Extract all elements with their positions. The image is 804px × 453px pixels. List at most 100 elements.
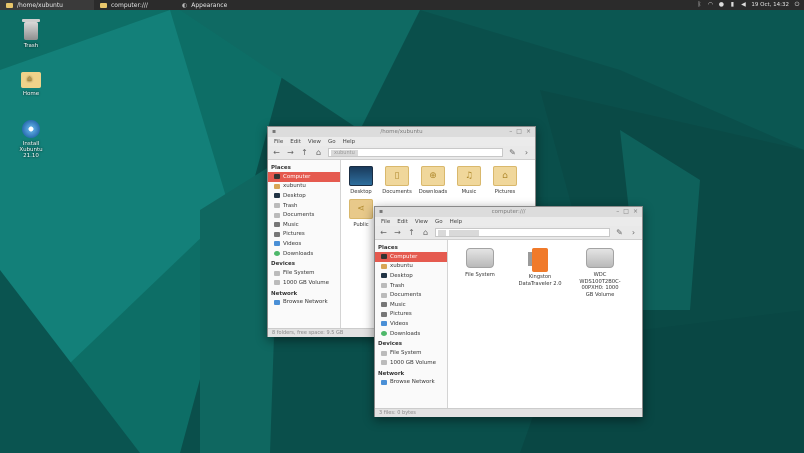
close-icon[interactable]: × bbox=[633, 208, 638, 215]
device-item-usb[interactable]: Kingston DataTraveler 2.0 bbox=[518, 248, 562, 298]
taskbar-item-home[interactable]: /home/xubuntu bbox=[0, 0, 94, 10]
edit-pencil-icon[interactable]: ✎ bbox=[615, 228, 624, 237]
sidebar-item-pictures[interactable]: Pictures bbox=[268, 230, 340, 240]
sidebar-item-music[interactable]: Music bbox=[268, 220, 340, 230]
maximize-icon[interactable]: □ bbox=[623, 208, 629, 215]
window-title: computer:/// bbox=[491, 209, 526, 215]
window-titlebar[interactable]: ▪ computer:/// – □ × bbox=[375, 207, 642, 217]
power-icon[interactable]: ⏻ bbox=[794, 2, 800, 8]
up-arrow-icon[interactable]: ↑ bbox=[300, 148, 309, 157]
close-icon[interactable]: × bbox=[526, 128, 531, 135]
file-item-public[interactable]: ⋖ Public bbox=[345, 199, 377, 228]
sidebar-item-trash[interactable]: Trash bbox=[375, 281, 447, 291]
desktop-icon-install[interactable]: Install Xubuntu 21.10 bbox=[6, 120, 56, 159]
wifi-icon[interactable]: ◠ bbox=[707, 2, 713, 8]
sidebar-item-documents[interactable]: Documents bbox=[268, 210, 340, 220]
sidebar-item-label: 1000 GB Volume bbox=[283, 279, 329, 286]
sidebar-item-label: 1000 GB Volume bbox=[390, 359, 436, 366]
sidebar-item-pictures[interactable]: Pictures bbox=[375, 310, 447, 320]
file-label: Pictures bbox=[494, 189, 516, 195]
bluetooth-icon[interactable]: ᛒ bbox=[696, 2, 702, 8]
menu-go[interactable]: Go bbox=[328, 139, 336, 145]
menu-file[interactable]: File bbox=[274, 139, 283, 145]
sidebar-item-desktop[interactable]: Desktop bbox=[375, 271, 447, 281]
sidebar-item-label: Downloads bbox=[390, 330, 421, 337]
sidebar-item-computer[interactable]: Computer bbox=[268, 172, 340, 182]
file-item-documents[interactable]: ▯ Documents bbox=[381, 166, 413, 195]
maximize-icon[interactable]: □ bbox=[516, 128, 522, 135]
desktop-icon bbox=[274, 193, 280, 199]
sidebar-item-computer[interactable]: Computer bbox=[375, 252, 447, 262]
back-arrow-icon[interactable]: ← bbox=[272, 148, 281, 157]
music-icon bbox=[274, 222, 280, 228]
device-item-file-system[interactable]: File System bbox=[458, 248, 502, 298]
menu-edit[interactable]: Edit bbox=[290, 139, 301, 145]
notification-icon[interactable]: ● bbox=[718, 2, 724, 8]
chevron-right-icon[interactable]: › bbox=[522, 148, 531, 157]
location-bar[interactable]: xubuntu bbox=[328, 148, 503, 157]
minimize-icon[interactable]: – bbox=[509, 128, 512, 135]
sidebar-item-music[interactable]: Music bbox=[375, 300, 447, 310]
breadcrumb[interactable]: xubuntu bbox=[331, 149, 358, 156]
device-item-volume[interactable]: WDC WDS100T2B0C-00PXH0: 1000 GB Volume bbox=[578, 248, 622, 298]
back-arrow-icon[interactable]: ← bbox=[379, 228, 388, 237]
sidebar-header-places: Places bbox=[378, 245, 398, 251]
desktop-icon-home[interactable]: Home bbox=[6, 72, 56, 97]
taskbar-label: computer:/// bbox=[111, 1, 148, 9]
sidebar-item-volume[interactable]: 1000 GB Volume bbox=[268, 278, 340, 288]
up-arrow-icon[interactable]: ↑ bbox=[407, 228, 416, 237]
sidebar-item-browse-network[interactable]: Browse Network bbox=[375, 378, 447, 388]
breadcrumb-computer-icon[interactable] bbox=[438, 229, 446, 236]
sidebar-header-network: Network bbox=[378, 370, 405, 377]
desktop-icon-label: Install Xubuntu 21.10 bbox=[19, 141, 43, 159]
sidebar-item-desktop[interactable]: Desktop bbox=[268, 191, 340, 201]
menu-view[interactable]: View bbox=[415, 219, 428, 225]
file-item-pictures[interactable]: ⌂ Pictures bbox=[489, 166, 521, 195]
taskbar-item-appearance[interactable]: ◐ Appearance bbox=[176, 0, 276, 10]
battery-icon[interactable]: ▮ bbox=[729, 2, 735, 8]
edit-pencil-icon[interactable]: ✎ bbox=[508, 148, 517, 157]
menu-file[interactable]: File bbox=[381, 219, 390, 225]
sidebar-item-xubuntu[interactable]: xubuntu bbox=[375, 262, 447, 272]
sidebar-item-volume[interactable]: 1000 GB Volume bbox=[375, 358, 447, 368]
desktop-icon-trash[interactable]: Trash bbox=[6, 19, 56, 49]
forward-arrow-icon[interactable]: → bbox=[286, 148, 295, 157]
menu-edit[interactable]: Edit bbox=[397, 219, 408, 225]
pictures-icon bbox=[381, 311, 387, 317]
file-item-downloads[interactable]: ⊕ Downloads bbox=[417, 166, 449, 195]
chevron-right-icon[interactable]: › bbox=[629, 228, 638, 237]
sidebar-item-downloads[interactable]: Downloads bbox=[268, 249, 340, 259]
volume-icon[interactable]: ◀ bbox=[740, 2, 746, 8]
sidebar-item-browse-network[interactable]: Browse Network bbox=[268, 298, 340, 308]
sidebar-item-videos[interactable]: Videos bbox=[268, 239, 340, 249]
menu-go[interactable]: Go bbox=[435, 219, 443, 225]
pictures-icon bbox=[274, 231, 280, 237]
minimize-icon[interactable]: – bbox=[616, 208, 619, 215]
file-item-desktop[interactable]: Desktop bbox=[345, 166, 377, 195]
home-icon[interactable]: ⌂ bbox=[314, 148, 323, 157]
home-icon bbox=[381, 263, 387, 269]
menu-help[interactable]: Help bbox=[450, 219, 463, 225]
sidebar-item-downloads[interactable]: Downloads bbox=[375, 329, 447, 339]
location-bar[interactable] bbox=[435, 228, 610, 237]
menu-view[interactable]: View bbox=[308, 139, 321, 145]
window-menu-icon[interactable]: ▪ bbox=[272, 128, 276, 135]
window-titlebar[interactable]: ▪ /home/xubuntu – □ × bbox=[268, 127, 535, 137]
home-icon[interactable]: ⌂ bbox=[421, 228, 430, 237]
music-folder-icon: ♫ bbox=[457, 166, 481, 186]
sidebar-item-file-system[interactable]: File System bbox=[375, 348, 447, 358]
forward-arrow-icon[interactable]: → bbox=[393, 228, 402, 237]
sidebar-item-label: Documents bbox=[390, 292, 422, 299]
window-menu-icon[interactable]: ▪ bbox=[379, 208, 383, 215]
sidebar-item-videos[interactable]: Videos bbox=[375, 319, 447, 329]
file-item-music[interactable]: ♫ Music bbox=[453, 166, 485, 195]
file-label: Music bbox=[461, 189, 477, 195]
sidebar-item-file-system[interactable]: File System bbox=[268, 268, 340, 278]
sidebar-item-xubuntu[interactable]: xubuntu bbox=[268, 182, 340, 192]
sidebar-item-trash[interactable]: Trash bbox=[268, 201, 340, 211]
sidebar-item-documents[interactable]: Documents bbox=[375, 290, 447, 300]
clock[interactable]: 19 Oct, 14:32 bbox=[751, 2, 789, 8]
breadcrumb[interactable] bbox=[449, 229, 479, 236]
menu-help[interactable]: Help bbox=[343, 139, 356, 145]
taskbar-item-computer[interactable]: computer:/// bbox=[94, 0, 176, 10]
